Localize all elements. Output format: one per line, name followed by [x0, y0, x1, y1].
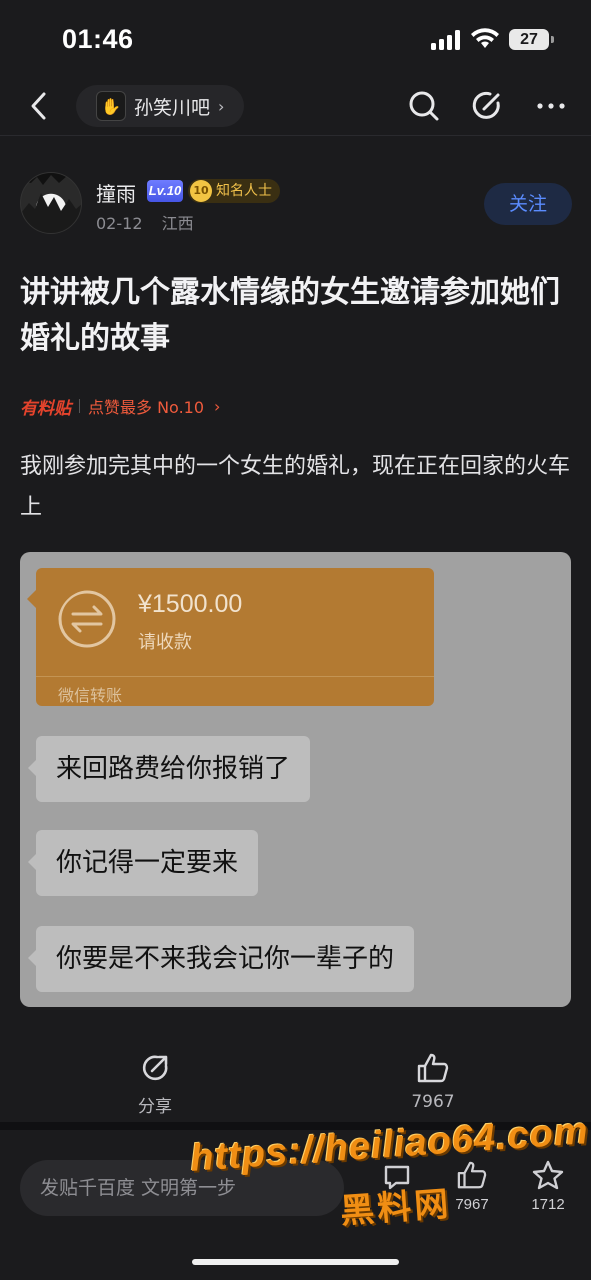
chat-bubble: 你记得一定要来 [27, 830, 259, 896]
like-button[interactable]: 7967 [383, 1052, 483, 1112]
highlight-badge-row[interactable]: 有料贴 点赞最多 No.10 › [20, 394, 221, 419]
cellular-signal-icon [431, 30, 463, 50]
chevron-right-icon: › [214, 396, 221, 416]
favorite-count: 1712 [531, 1196, 565, 1213]
share-label: 分享 [138, 1097, 172, 1117]
transfer-request: 请收款 [138, 632, 192, 653]
author-name[interactable]: 撞雨 [96, 178, 136, 207]
like-count: 7967 [411, 1092, 455, 1112]
status-time: 01:46 [62, 24, 134, 54]
rank-text: 点赞最多 No.10 [88, 398, 205, 417]
thumbs-up-icon [417, 1053, 449, 1083]
forum-avatar: ✋ [96, 91, 126, 121]
transfer-icon [58, 590, 116, 648]
post-meta: 02-12 江西 [96, 210, 208, 234]
share-button[interactable]: 分享 [105, 1052, 205, 1117]
star-icon [532, 1160, 564, 1190]
edit-post-icon[interactable] [469, 88, 505, 124]
divider [79, 399, 80, 413]
watermark-name: 黑料网 [338, 1184, 453, 1232]
battery-icon: 27 [509, 29, 554, 50]
post-title: 讲讲被几个露水情缘的女生邀请参加她们婚礼的故事 [20, 275, 560, 356]
transfer-brand: 微信转账 [58, 686, 123, 705]
home-indicator[interactable] [192, 1259, 399, 1265]
status-bar: 01:46 27 [0, 0, 591, 78]
title-badge: 10 知名人士 [188, 179, 280, 203]
level-badge: Lv.10 [147, 180, 183, 202]
search-icon[interactable] [406, 88, 442, 124]
share-icon [142, 1055, 168, 1081]
chat-screenshot-image[interactable]: ¥1500.00 请收款 微信转账 来回路费给你报销了 你记得一定要来 你要是不… [20, 552, 571, 1007]
transfer-card: ¥1500.00 请收款 微信转账 [27, 568, 434, 706]
more-icon[interactable] [533, 88, 569, 124]
post-body: 我刚参加完其中的一个女生的婚礼，现在正在回家的火车上 [20, 454, 571, 520]
back-arrow-icon[interactable] [22, 88, 58, 124]
youliao-badge: 有料贴 [20, 398, 71, 419]
chat-bubble: 来回路费给你报销了 [27, 736, 311, 802]
post-location: 江西 [161, 214, 194, 233]
thumbs-up-icon [457, 1161, 487, 1189]
post-date: 02-12 [96, 214, 143, 233]
divider [36, 676, 434, 677]
chevron-right-icon: › [218, 96, 225, 116]
wifi-icon [471, 28, 499, 48]
forum-chip[interactable]: ✋ 孙笑川吧 › [76, 85, 245, 127]
crown-icon: 10 [190, 180, 212, 202]
follow-button[interactable]: 关注 [484, 183, 572, 225]
top-nav: ✋ 孙笑川吧 › [0, 78, 591, 136]
favorite-button[interactable]: 1712 [516, 1160, 580, 1213]
title-badge-label: 知名人士 [216, 183, 272, 199]
transfer-amount: ¥1500.00 [138, 590, 243, 618]
chat-bubble: 你要是不来我会记你一辈子的 [27, 926, 415, 992]
author-avatar[interactable] [20, 172, 82, 234]
forum-name: 孙笑川吧 [134, 96, 211, 119]
